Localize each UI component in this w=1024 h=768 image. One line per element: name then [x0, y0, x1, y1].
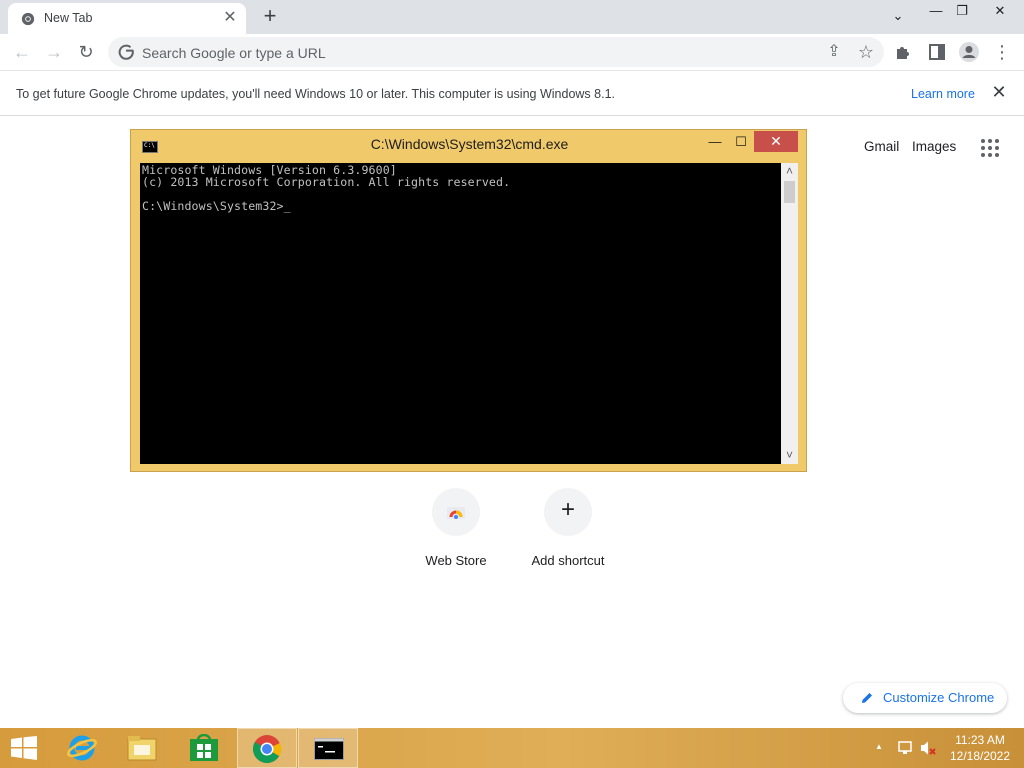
plus-icon: + [544, 488, 592, 536]
taskbar-internet-explorer[interactable] [52, 728, 112, 768]
cmd-icon [314, 738, 344, 760]
restore-button[interactable]: ❐ [946, 0, 978, 22]
show-hidden-icons-button[interactable]: ▲ [875, 742, 883, 751]
shortcut-web-store[interactable]: Web Store [400, 488, 512, 578]
tab-search-button[interactable]: ⌄ [882, 5, 914, 27]
back-button[interactable]: ← [10, 40, 34, 64]
gmail-link[interactable]: Gmail [864, 139, 899, 154]
taskbar-file-explorer[interactable] [112, 728, 172, 768]
cmd-close-button[interactable]: ✕ [754, 131, 798, 152]
cmd-minimize-button[interactable]: — [703, 132, 727, 152]
cmd-window[interactable]: C:\ C:\Windows\System32\cmd.exe — ☐ ✕ Mi… [130, 129, 807, 472]
chrome-menu-button[interactable]: ⋮ [990, 40, 1014, 64]
plus-glyph: + [560, 496, 575, 523]
bookmark-star-button[interactable]: ☆ [854, 40, 878, 64]
infobar-message: To get future Google Chrome updates, you… [16, 87, 615, 101]
tab-close-button[interactable]: ✕ [222, 10, 238, 26]
new-tab-button[interactable]: + [258, 5, 282, 29]
share-button[interactable]: ⇪ [822, 40, 846, 64]
side-panel-icon[interactable] [928, 43, 946, 61]
scroll-thumb[interactable] [784, 181, 795, 203]
window-close-button[interactable]: ✕ [984, 0, 1016, 22]
taskbar-store[interactable] [174, 728, 234, 768]
chrome-icon [253, 735, 282, 763]
forward-button[interactable]: → [42, 40, 66, 64]
pencil-icon [862, 693, 872, 703]
taskbar-cmd[interactable] [298, 728, 358, 768]
tab-new-tab[interactable]: New Tab ✕ [8, 3, 246, 34]
scroll-down-button[interactable]: ˅ [781, 447, 798, 463]
console-line: (c) 2013 Microsoft Corporation. All righ… [142, 175, 511, 189]
network-icon[interactable] [897, 740, 915, 756]
console-prompt: C:\Windows\System32>_ [142, 199, 291, 213]
clock-time[interactable]: 11:23 AM [940, 733, 1020, 747]
address-bar-placeholder: Search Google or type a URL [142, 45, 326, 61]
shortcut-label: Add shortcut [531, 553, 605, 568]
address-bar[interactable]: Search Google or type a URL ⇪ ☆ [108, 37, 884, 67]
cmd-maximize-button[interactable]: ☐ [729, 132, 753, 152]
windows-logo-icon [11, 736, 37, 760]
tab-strip: New Tab ✕ + ⌄ — ❐ ✕ [0, 0, 1024, 34]
shortcut-add[interactable]: + Add shortcut [512, 488, 624, 578]
learn-more-link[interactable]: Learn more [911, 87, 975, 101]
apps-grid-icon[interactable] [980, 138, 1000, 158]
google-icon [118, 44, 134, 60]
update-infobar: To get future Google Chrome updates, you… [0, 70, 1024, 116]
scroll-up-button[interactable]: ˄ [781, 163, 798, 179]
store-icon [190, 734, 218, 761]
customize-chrome-button[interactable]: Customize Chrome [843, 683, 1007, 713]
taskbar-chrome[interactable] [237, 728, 297, 768]
profile-icon[interactable] [958, 41, 980, 63]
puzzle-icon[interactable] [894, 42, 914, 62]
start-button[interactable] [0, 728, 60, 768]
reload-button[interactable]: ↻ [74, 40, 98, 64]
clock-date[interactable]: 12/18/2022 [940, 749, 1020, 763]
shortcut-label: Web Store [425, 553, 487, 568]
ie-icon [66, 735, 98, 761]
tab-title: New Tab [44, 11, 93, 25]
cmd-scrollbar[interactable]: ˄ ˅ [781, 163, 798, 464]
images-link[interactable]: Images [912, 139, 956, 154]
volume-muted-icon[interactable] [919, 740, 937, 756]
webstore-icon [432, 488, 480, 536]
taskbar: ▲ 11:23 AM 12/18/2022 [0, 728, 1024, 768]
cmd-console[interactable]: Microsoft Windows [Version 6.3.9600] (c)… [140, 163, 781, 464]
toolbar: ← → ↻ Search Google or type a URL ⇪ ☆ ⋮ [0, 34, 1024, 70]
folder-icon [127, 736, 157, 761]
infobar-close-button[interactable]: ✕ [990, 83, 1008, 101]
chrome-icon [21, 12, 35, 26]
customize-chrome-label: Customize Chrome [883, 690, 995, 705]
